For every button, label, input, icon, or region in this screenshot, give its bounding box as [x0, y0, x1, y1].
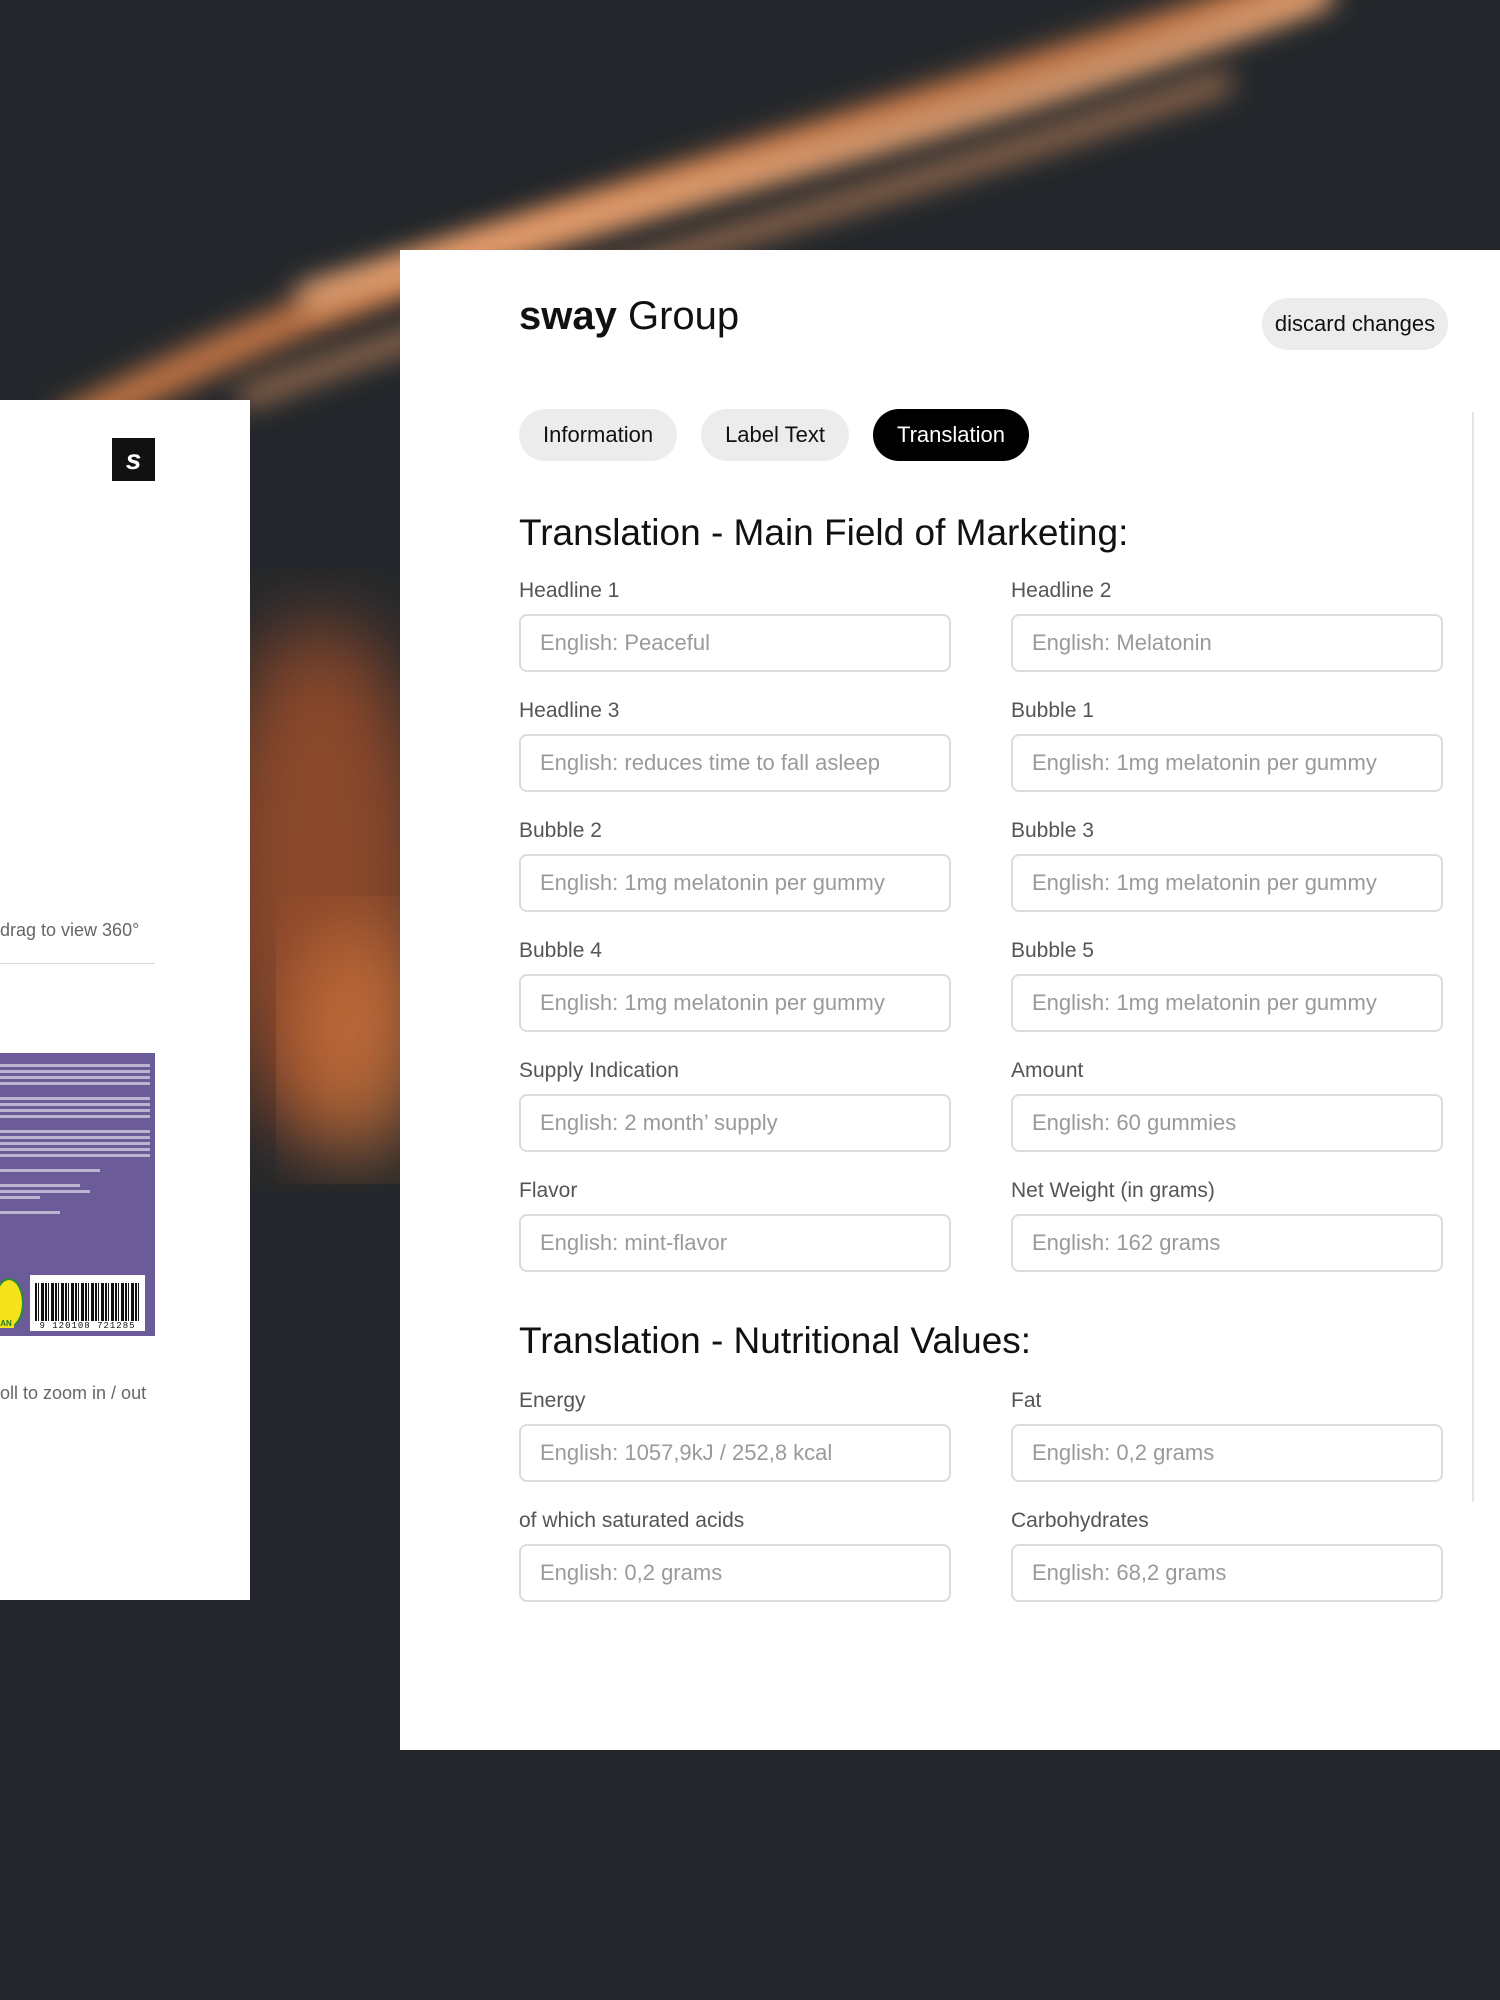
field-energy: Energy — [519, 1388, 951, 1508]
headline-1-input[interactable] — [519, 614, 951, 672]
headline-2-input[interactable] — [1011, 614, 1443, 672]
divider — [0, 963, 155, 964]
field-label: Headline 3 — [519, 699, 620, 722]
zoom-hint: oll to zoom in / out — [0, 1383, 146, 1404]
discard-changes-button[interactable]: discard changes — [1262, 298, 1448, 350]
barcode-bars — [35, 1283, 140, 1321]
field-label: Carbohydrates — [1011, 1509, 1149, 1532]
carbohydrates-input[interactable] — [1011, 1544, 1443, 1602]
field-label: Amount — [1011, 1059, 1084, 1082]
marketing-heading: Translation - Main Field of Marketing: — [519, 512, 1129, 553]
translation-panel: sway Group discard changes Information L… — [400, 250, 1500, 1750]
energy-input[interactable] — [519, 1424, 951, 1482]
field-label: Headline 2 — [1011, 579, 1112, 602]
label-preview-image[interactable]: GAN 9 120108 721285 — [0, 1053, 155, 1336]
field-net-weight: Net Weight (in grams) — [1011, 1178, 1443, 1298]
field-bubble-2: Bubble 2 — [519, 818, 951, 938]
drag-360-hint: drag to view 360° — [0, 920, 139, 941]
field-saturated-acids: of which saturated acids — [519, 1508, 951, 1628]
saturated-acids-input[interactable] — [519, 1544, 951, 1602]
field-label: Energy — [519, 1389, 586, 1412]
field-label: Bubble 4 — [519, 939, 602, 962]
field-label: Headline 1 — [519, 579, 620, 602]
field-fat: Fat — [1011, 1388, 1443, 1508]
field-label: Bubble 2 — [519, 819, 602, 842]
tab-information[interactable]: Information — [519, 409, 678, 461]
field-label: Flavor — [519, 1179, 578, 1202]
bubble-2-input[interactable] — [519, 854, 951, 912]
barcode-digits: 9 120108 721285 — [39, 1321, 136, 1331]
field-bubble-1: Bubble 1 — [1011, 698, 1443, 818]
field-label: Bubble 3 — [1011, 819, 1094, 842]
nutrition-fields: Energy Fat of which saturated acids Carb… — [519, 1388, 1443, 1628]
field-headline-3: Headline 3 — [519, 698, 951, 818]
field-bubble-3: Bubble 3 — [1011, 818, 1443, 938]
bubble-1-input[interactable] — [1011, 734, 1443, 792]
vegan-seal-text: GAN — [0, 1319, 14, 1328]
field-label: Bubble 5 — [1011, 939, 1094, 962]
field-amount: Amount — [1011, 1058, 1443, 1178]
label-text-lines — [0, 1061, 150, 1214]
field-headline-2: Headline 2 — [1011, 578, 1443, 698]
net-weight-input[interactable] — [1011, 1214, 1443, 1272]
tab-bar: Information Label Text Translation — [519, 409, 1029, 461]
brand-logo: s — [112, 438, 155, 481]
supply-indication-input[interactable] — [519, 1094, 951, 1152]
bubble-3-input[interactable] — [1011, 854, 1443, 912]
bubble-5-input[interactable] — [1011, 974, 1443, 1032]
flavor-input[interactable] — [519, 1214, 951, 1272]
field-bubble-5: Bubble 5 — [1011, 938, 1443, 1058]
brand-name: sway — [519, 294, 617, 338]
nutrition-heading: Translation - Nutritional Values: — [519, 1320, 1032, 1361]
field-label: of which saturated acids — [519, 1509, 745, 1532]
field-label: Supply Indication — [519, 1059, 679, 1082]
field-supply-indication: Supply Indication — [519, 1058, 951, 1178]
zoom-hint-text: oll to zoom in / out — [0, 1383, 147, 1403]
field-label: Bubble 1 — [1011, 699, 1094, 722]
tab-translation[interactable]: Translation — [872, 409, 1029, 461]
bubble-4-input[interactable] — [519, 974, 951, 1032]
drag-hint-text: drag to view 360° — [0, 920, 140, 940]
field-label: Fat — [1011, 1389, 1042, 1412]
page-title: sway Group — [519, 294, 739, 339]
barcode: 9 120108 721285 — [30, 1275, 145, 1331]
field-bubble-4: Bubble 4 — [519, 938, 951, 1058]
product-preview-card[interactable]: s drag to view 360° GAN 9 120108 721285 … — [0, 400, 250, 1600]
field-flavor: Flavor — [519, 1178, 951, 1298]
marketing-fields: Headline 1 Headline 2 Headline 3 Bubble … — [519, 578, 1443, 1298]
headline-3-input[interactable] — [519, 734, 951, 792]
amount-input[interactable] — [1011, 1094, 1443, 1152]
title-rest: Group — [616, 294, 740, 338]
field-headline-1: Headline 1 — [519, 578, 951, 698]
scrollbar[interactable] — [1472, 412, 1474, 1502]
logo-letter: s — [125, 443, 142, 475]
tab-label-text[interactable]: Label Text — [701, 409, 849, 461]
field-label: Net Weight (in grams) — [1011, 1179, 1215, 1202]
fat-input[interactable] — [1011, 1424, 1443, 1482]
field-carbohydrates: Carbohydrates — [1011, 1508, 1443, 1628]
